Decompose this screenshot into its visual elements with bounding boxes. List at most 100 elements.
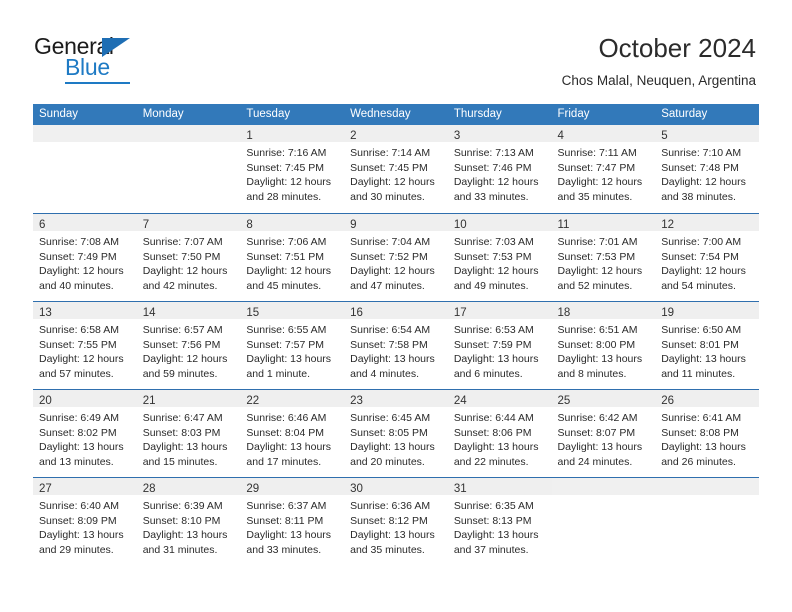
- day-cell-details: Sunrise: 6:41 AM Sunset: 8:08 PM Daylight:…: [655, 407, 759, 469]
- day-number: 10: [453, 219, 467, 231]
- day-cell-inner: 31 Sunrise: 6:35 AM Sunset: 8:13 PM Dayligh…: [447, 477, 552, 565]
- sunrise-text: Sunrise: 6:47 AM: [142, 412, 223, 424]
- weekday-header-thursday: Thursday: [447, 104, 552, 125]
- calendar-day-cell[interactable]: 20 Sunrise: 6:49 AM Sunset: 8:02 PM Dayligh…: [33, 389, 137, 477]
- calendar-day-cell[interactable]: 25 Sunrise: 6:42 AM Sunset: 8:07 PM Dayligh…: [551, 389, 656, 477]
- daylight-text-line1: Daylight: 13 hours: [39, 441, 124, 454]
- calendar-day-cell[interactable]: 7 Sunrise: 7:07 AM Sunset: 7:50 PM Daylight…: [136, 213, 241, 301]
- day-cell-details: Sunrise: 6:49 AM Sunset: 8:02 PM Daylight:…: [33, 407, 137, 469]
- page-subtitle: Chos Malal, Neuquen, Argentina: [561, 73, 756, 88]
- sunset-text: Sunset: 8:11 PM: [246, 514, 324, 527]
- day-cell-inner: 25 Sunrise: 6:42 AM Sunset: 8:07 PM Dayligh…: [551, 389, 656, 477]
- calendar-day-cell[interactable]: 26 Sunrise: 6:41 AM Sunset: 8:08 PM Dayligh…: [655, 389, 759, 477]
- calendar-day-cell[interactable]: 31 Sunrise: 6:35 AM Sunset: 8:13 PM Dayligh…: [447, 477, 552, 565]
- sunrise-text: Sunrise: 6:46 AM: [246, 412, 327, 424]
- calendar-day-cell[interactable]: 18 Sunrise: 6:51 AM Sunset: 8:00 PM Dayligh…: [551, 301, 656, 389]
- sunrise-text: Sunrise: 6:39 AM: [142, 500, 223, 512]
- calendar-day-cell[interactable]: 5 Sunrise: 7:10 AM Sunset: 7:48 PM Daylight…: [655, 125, 759, 213]
- sunset-text: Sunset: 7:46 PM: [453, 161, 532, 174]
- calendar-day-cell[interactable]: 23 Sunrise: 6:45 AM Sunset: 8:05 PM Dayligh…: [344, 389, 448, 477]
- sunrise-text: Sunrise: 6:55 AM: [246, 324, 327, 336]
- calendar-day-cell[interactable]: 15 Sunrise: 6:55 AM Sunset: 7:57 PM Dayligh…: [240, 301, 345, 389]
- day-cell-details: Sunrise: 7:13 AM Sunset: 7:46 PM Daylight:…: [448, 142, 552, 204]
- day-cell-inner: 16 Sunrise: 6:54 AM Sunset: 7:58 PM Dayligh…: [344, 301, 448, 389]
- calendar-day-cell[interactable]: 6 Sunrise: 7:08 AM Sunset: 7:49 PM Daylight…: [33, 213, 137, 301]
- calendar-day-cell[interactable]: 13 Sunrise: 6:58 AM Sunset: 7:55 PM Dayligh…: [33, 301, 137, 389]
- sunrise-text: Sunrise: 7:00 AM: [661, 236, 742, 248]
- day-number-band: 5: [655, 125, 759, 142]
- daylight-text-line1: Daylight: 12 hours: [661, 176, 746, 189]
- calendar-day-cell[interactable]: 24 Sunrise: 6:44 AM Sunset: 8:06 PM Dayligh…: [447, 389, 552, 477]
- calendar-day-cell[interactable]: 21 Sunrise: 6:47 AM Sunset: 8:03 PM Dayligh…: [136, 389, 241, 477]
- calendar-day-cell[interactable]: 9 Sunrise: 7:04 AM Sunset: 7:52 PM Daylight…: [344, 213, 448, 301]
- day-cell-inner: 15 Sunrise: 6:55 AM Sunset: 7:57 PM Dayligh…: [240, 301, 345, 389]
- day-number: 25: [557, 395, 571, 407]
- day-cell-details: Sunrise: 6:46 AM Sunset: 8:04 PM Daylight:…: [240, 407, 344, 469]
- day-number-band: 22: [240, 390, 345, 407]
- day-number: 13: [39, 307, 52, 319]
- daylight-text-line2: and 30 minutes.: [350, 190, 425, 203]
- sunset-text: Sunset: 7:53 PM: [557, 250, 636, 263]
- daylight-text-line1: Daylight: 12 hours: [453, 176, 539, 189]
- day-number: 16: [350, 307, 363, 319]
- day-number-band: 23: [344, 390, 448, 407]
- calendar-day-cell[interactable]: 17 Sunrise: 6:53 AM Sunset: 7:59 PM Dayligh…: [447, 301, 552, 389]
- calendar-day-cell[interactable]: 19 Sunrise: 6:50 AM Sunset: 8:01 PM Dayligh…: [655, 301, 759, 389]
- sunrise-text: Sunrise: 7:04 AM: [350, 236, 431, 248]
- daylight-text-line1: Daylight: 13 hours: [661, 441, 746, 454]
- calendar-day-cell[interactable]: 2 Sunrise: 7:14 AM Sunset: 7:45 PM Daylight…: [344, 125, 448, 213]
- sunset-text: Sunset: 8:04 PM: [246, 426, 325, 439]
- day-number: 2: [350, 130, 357, 142]
- day-cell-inner: 2 Sunrise: 7:14 AM Sunset: 7:45 PM Daylight…: [344, 125, 448, 213]
- calendar-day-cell[interactable]: 28 Sunrise: 6:39 AM Sunset: 8:10 PM Dayligh…: [136, 477, 241, 565]
- sunset-text: Sunset: 8:05 PM: [350, 426, 428, 439]
- sunrise-text: Sunrise: 7:03 AM: [453, 236, 534, 248]
- calendar-day-cell[interactable]: 16 Sunrise: 6:54 AM Sunset: 7:58 PM Dayligh…: [344, 301, 448, 389]
- calendar-day-cell[interactable]: 1 Sunrise: 7:16 AM Sunset: 7:45 PM Daylight…: [240, 125, 345, 213]
- day-number: 30: [350, 483, 363, 495]
- daylight-text-line2: and 15 minutes.: [142, 455, 218, 468]
- calendar-day-cell[interactable]: 4 Sunrise: 7:11 AM Sunset: 7:47 PM Daylight…: [551, 125, 656, 213]
- daylight-text-line1: Daylight: 12 hours: [142, 265, 228, 278]
- day-number-band: [33, 125, 137, 142]
- calendar-day-cell[interactable]: 30 Sunrise: 6:36 AM Sunset: 8:12 PM Dayligh…: [344, 477, 448, 565]
- calendar-day-cell[interactable]: 10 Sunrise: 7:03 AM Sunset: 7:53 PM Dayligh…: [447, 213, 552, 301]
- day-number: 17: [453, 307, 467, 319]
- day-cell-inner: 13 Sunrise: 6:58 AM Sunset: 7:55 PM Dayligh…: [33, 301, 137, 389]
- day-cell-details: Sunrise: 6:47 AM Sunset: 8:03 PM Daylight:…: [137, 407, 241, 469]
- calendar-day-cell[interactable]: 11 Sunrise: 7:01 AM Sunset: 7:53 PM Dayligh…: [551, 213, 656, 301]
- day-cell-inner: 5 Sunrise: 7:10 AM Sunset: 7:48 PM Daylight…: [655, 125, 759, 213]
- logo-text-blue: Blue: [65, 54, 110, 80]
- day-cell-details: Sunrise: 7:00 AM Sunset: 7:54 PM Daylight:…: [655, 231, 759, 293]
- sunset-text: Sunset: 8:06 PM: [453, 426, 532, 439]
- day-cell-details: Sunrise: 6:51 AM Sunset: 8:00 PM Daylight:…: [552, 319, 656, 381]
- calendar-day-cell[interactable]: 12 Sunrise: 7:00 AM Sunset: 7:54 PM Dayligh…: [655, 213, 759, 301]
- day-cell-inner: 4 Sunrise: 7:11 AM Sunset: 7:47 PM Daylight…: [551, 125, 656, 213]
- sunrise-text: Sunrise: 7:06 AM: [246, 236, 327, 248]
- calendar-day-cell[interactable]: 3 Sunrise: 7:13 AM Sunset: 7:46 PM Daylight…: [447, 125, 552, 213]
- calendar-day-cell[interactable]: 8 Sunrise: 7:06 AM Sunset: 7:51 PM Daylight…: [240, 213, 345, 301]
- daylight-text-line2: and 11 minutes.: [661, 367, 736, 380]
- day-cell-details: Sunrise: 7:16 AM Sunset: 7:45 PM Daylight:…: [240, 142, 344, 204]
- daylight-text-line2: and 17 minutes.: [246, 455, 322, 468]
- calendar-day-cell: [551, 477, 656, 565]
- daylight-text-line1: Daylight: 13 hours: [453, 441, 539, 454]
- day-number: 6: [39, 219, 46, 231]
- calendar-week-row: 13 Sunrise: 6:58 AM Sunset: 7:55 PM Dayligh…: [33, 301, 759, 389]
- daylight-text-line1: Daylight: 12 hours: [142, 353, 228, 366]
- daylight-text-line2: and 31 minutes.: [142, 543, 218, 556]
- day-cell-details: Sunrise: 6:53 AM Sunset: 7:59 PM Daylight:…: [448, 319, 552, 381]
- daylight-text-line1: Daylight: 13 hours: [246, 529, 332, 542]
- day-cell-inner: 28 Sunrise: 6:39 AM Sunset: 8:10 PM Dayligh…: [136, 477, 241, 565]
- daylight-text-line2: and 1 minute.: [246, 367, 311, 380]
- sunset-text: Sunset: 7:57 PM: [246, 338, 325, 351]
- day-cell-inner: [136, 125, 241, 213]
- day-number-band: 6: [33, 214, 137, 231]
- calendar-day-cell[interactable]: 27 Sunrise: 6:40 AM Sunset: 8:09 PM Dayligh…: [33, 477, 137, 565]
- calendar-day-cell[interactable]: 14 Sunrise: 6:57 AM Sunset: 7:56 PM Dayligh…: [136, 301, 241, 389]
- calendar-day-cell[interactable]: 29 Sunrise: 6:37 AM Sunset: 8:11 PM Dayligh…: [240, 477, 345, 565]
- day-number-band: 11: [551, 214, 656, 231]
- daylight-text-line1: Daylight: 13 hours: [661, 353, 746, 366]
- calendar-day-cell[interactable]: 22 Sunrise: 6:46 AM Sunset: 8:04 PM Dayligh…: [240, 389, 345, 477]
- day-number: 18: [557, 307, 571, 319]
